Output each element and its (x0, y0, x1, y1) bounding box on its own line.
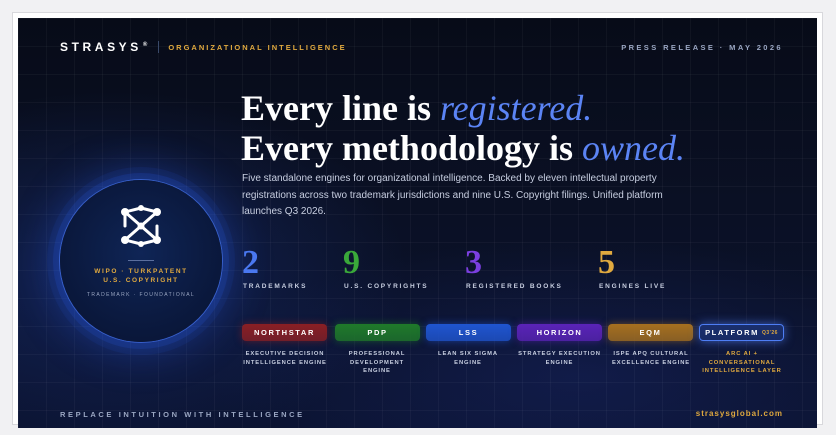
engine-horizon-desc: STRATEGY EXECUTION ENGINE (518, 351, 601, 366)
footer-slogan: REPLACE INTUITION WITH INTELLIGENCE (60, 410, 305, 419)
badge-divider (128, 260, 154, 261)
headline-line-1: Every line is registered. (241, 88, 593, 128)
stat-copyrights-value: 9 (343, 244, 360, 281)
engine-lss[interactable]: LSS (426, 324, 511, 341)
ip-badge: WIPO · TURKPATENT U.S. COPYRIGHT TRADEMA… (60, 180, 222, 342)
engine-pdp[interactable]: PDP (335, 324, 420, 341)
brand-divider (158, 41, 160, 53)
badge-jurisdictions: WIPO · TURKPATENT (94, 268, 188, 275)
headline: Every line is registered. Every methodol… (241, 88, 685, 168)
footer-website-link[interactable]: strasysglobal.com (696, 409, 783, 418)
engine-pdp-desc: PROFESSIONAL DEVELOPMENT ENGINE (348, 351, 406, 374)
stat-trademarks-label: TRADEMARKS (243, 283, 308, 290)
brand-name: STRASYS® (60, 40, 148, 54)
engine-northstar-desc: EXECUTIVE DECISION INTELLIGENCE ENGINE (243, 351, 327, 366)
headline-emphasis-2: owned. (581, 128, 685, 168)
press-release-banner: STRASYS® ORGANIZATIONAL INTELLIGENCE PRE… (18, 18, 817, 428)
platform-launch-tag: Q3'26 (761, 329, 778, 336)
description: Five standalone engines for organization… (242, 173, 663, 217)
stat-copyrights-label: U.S. COPYRIGHTS (344, 283, 429, 290)
press-release-date: PRESS RELEASE · MAY 2026 (621, 43, 783, 52)
engine-eqm-desc: ISPE APQ CULTURAL EXCELLENCE ENGINE (611, 351, 691, 366)
badge-subtitle: TRADEMARK · FOUNDATIONAL (86, 292, 196, 298)
stat-engines-label: ENGINES LIVE (599, 283, 667, 290)
stat-books-label: REGISTERED BOOKS (466, 283, 563, 290)
registered-mark: ® (142, 42, 148, 48)
engine-platform-desc: ARC AI + CONVERSATIONAL INTELLIGENCE LAY… (702, 351, 782, 374)
engine-northstar[interactable]: NORTHSTAR (242, 324, 327, 341)
engine-eqm[interactable]: EQM (608, 324, 693, 341)
network-nodes-icon (121, 205, 161, 247)
stat-engines-value: 5 (598, 244, 615, 281)
stat-books-value: 3 (465, 244, 482, 281)
badge-copyright: U.S. COPYRIGHT (103, 277, 179, 284)
stat-trademarks-value: 2 (242, 244, 259, 281)
engine-lss-desc: LEAN SIX SIGMA ENGINE (438, 351, 498, 366)
engine-platform[interactable]: PLATFORM Q3'26 (699, 324, 784, 341)
engine-horizon[interactable]: HORIZON (517, 324, 602, 341)
headline-emphasis-1: registered. (439, 88, 593, 128)
headline-line-2: Every methodology is owned. (241, 128, 685, 168)
brand-tagline: ORGANIZATIONAL INTELLIGENCE (168, 42, 347, 52)
top-bar: STRASYS® ORGANIZATIONAL INTELLIGENCE (60, 40, 347, 54)
